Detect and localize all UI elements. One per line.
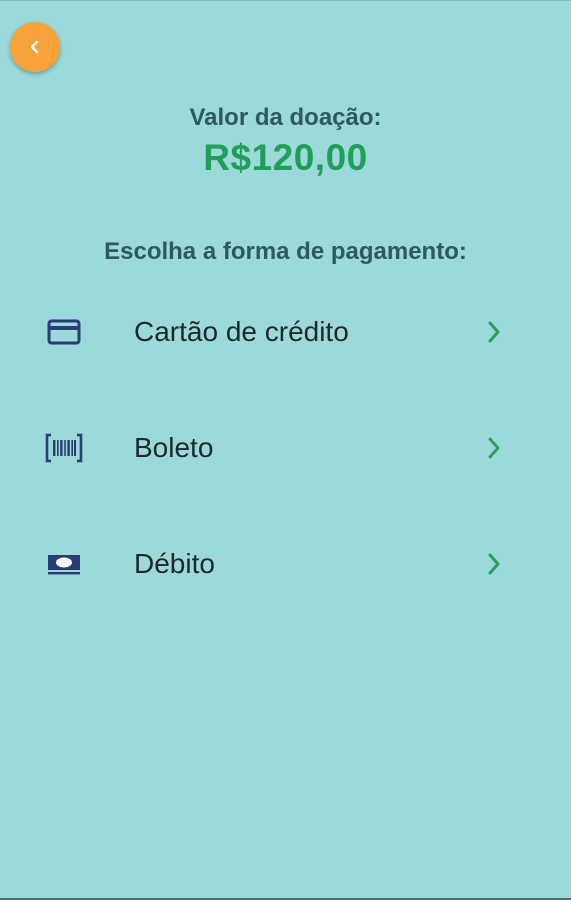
donation-label: Valor da doação: xyxy=(189,104,382,131)
payment-option-credit-card[interactable]: Cartão de crédito xyxy=(30,297,530,367)
credit-card-icon xyxy=(45,316,83,348)
payment-option-debit[interactable]: Débito xyxy=(30,529,530,599)
chevron-right-icon xyxy=(485,435,503,461)
back-button[interactable] xyxy=(10,22,60,72)
payment-option-label: Cartão de crédito xyxy=(134,316,349,347)
payment-option-boleto[interactable]: Boleto xyxy=(30,413,530,483)
donation-amount: R$120,00 xyxy=(203,137,368,178)
cash-icon xyxy=(45,548,83,580)
payment-option-label: Débito xyxy=(134,548,215,579)
chevron-right-icon xyxy=(485,319,503,345)
payment-option-label: Boleto xyxy=(134,432,214,463)
chevron-left-icon xyxy=(28,39,42,55)
payment-method-screen: Valor da doação: R$120,00 Escolha a form… xyxy=(0,0,571,900)
payment-prompt: Escolha a forma de pagamento: xyxy=(104,238,467,265)
barcode-icon xyxy=(45,432,83,464)
chevron-right-icon xyxy=(485,551,503,577)
